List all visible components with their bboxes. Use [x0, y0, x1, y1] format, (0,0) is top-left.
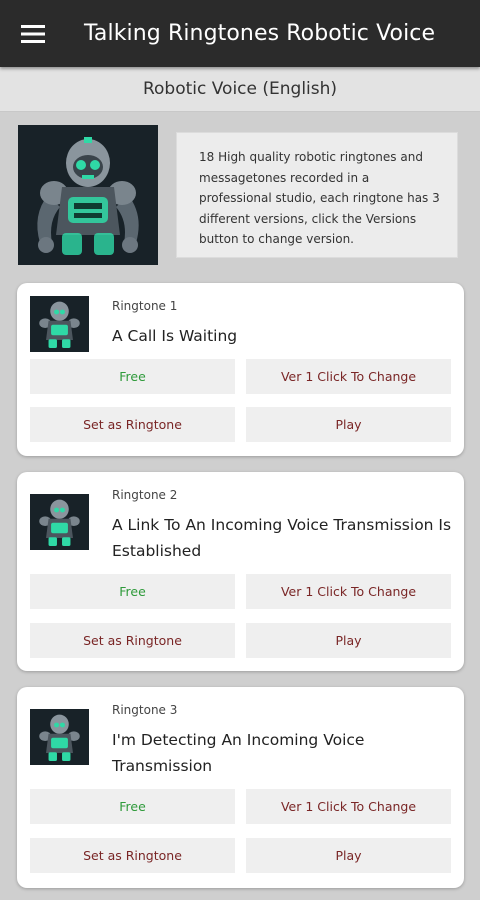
category-title: Robotic Voice (English)	[142, 79, 338, 99]
intro-description: 18 High quality robotic ringtones and me…	[199, 150, 440, 246]
ringtone-card: Ringtone 1 A Call Is Waiting Free Ver 1 …	[17, 283, 464, 456]
version-button[interactable]: Ver 1 Click To Change	[246, 574, 451, 609]
ringtone-title: A Call Is Waiting	[112, 327, 238, 345]
app-title: Talking Ringtones Robotic Voice	[84, 21, 436, 46]
ringtone-title: A Link To An Incoming Voice Transmission…	[112, 516, 452, 560]
play-button[interactable]: Play	[246, 407, 451, 442]
intro-description-box: 18 High quality robotic ringtones and me…	[176, 132, 458, 258]
hamburger-menu-icon[interactable]	[0, 0, 66, 67]
free-button[interactable]: Free	[30, 359, 235, 394]
play-button[interactable]: Play	[246, 838, 451, 873]
version-button[interactable]: Ver 1 Click To Change	[246, 359, 451, 394]
ringtone-number: Ringtone 2	[112, 488, 178, 502]
ringtone-thumbnail	[30, 494, 89, 550]
app-bar: Talking Ringtones Robotic Voice	[0, 0, 480, 67]
set-as-ringtone-button[interactable]: Set as Ringtone	[30, 407, 235, 442]
play-button[interactable]: Play	[246, 623, 451, 658]
robot-cover-image	[18, 125, 158, 265]
free-button[interactable]: Free	[30, 789, 235, 824]
category-header: Robotic Voice (English)	[0, 67, 480, 112]
version-button[interactable]: Ver 1 Click To Change	[246, 789, 451, 824]
set-as-ringtone-button[interactable]: Set as Ringtone	[30, 623, 235, 658]
intro-section: 18 High quality robotic ringtones and me…	[18, 125, 462, 265]
ringtone-number: Ringtone 1	[112, 299, 178, 313]
ringtone-title: I'm Detecting An Incoming Voice Transmis…	[112, 731, 365, 775]
free-button[interactable]: Free	[30, 574, 235, 609]
ringtone-card: Ringtone 3 I'm Detecting An Incoming Voi…	[17, 687, 464, 888]
set-as-ringtone-button[interactable]: Set as Ringtone	[30, 838, 235, 873]
ringtone-thumbnail	[30, 296, 89, 352]
ringtone-card: Ringtone 2 A Link To An Incoming Voice T…	[17, 472, 464, 671]
ringtone-number: Ringtone 3	[112, 703, 178, 717]
ringtone-thumbnail	[30, 709, 89, 765]
